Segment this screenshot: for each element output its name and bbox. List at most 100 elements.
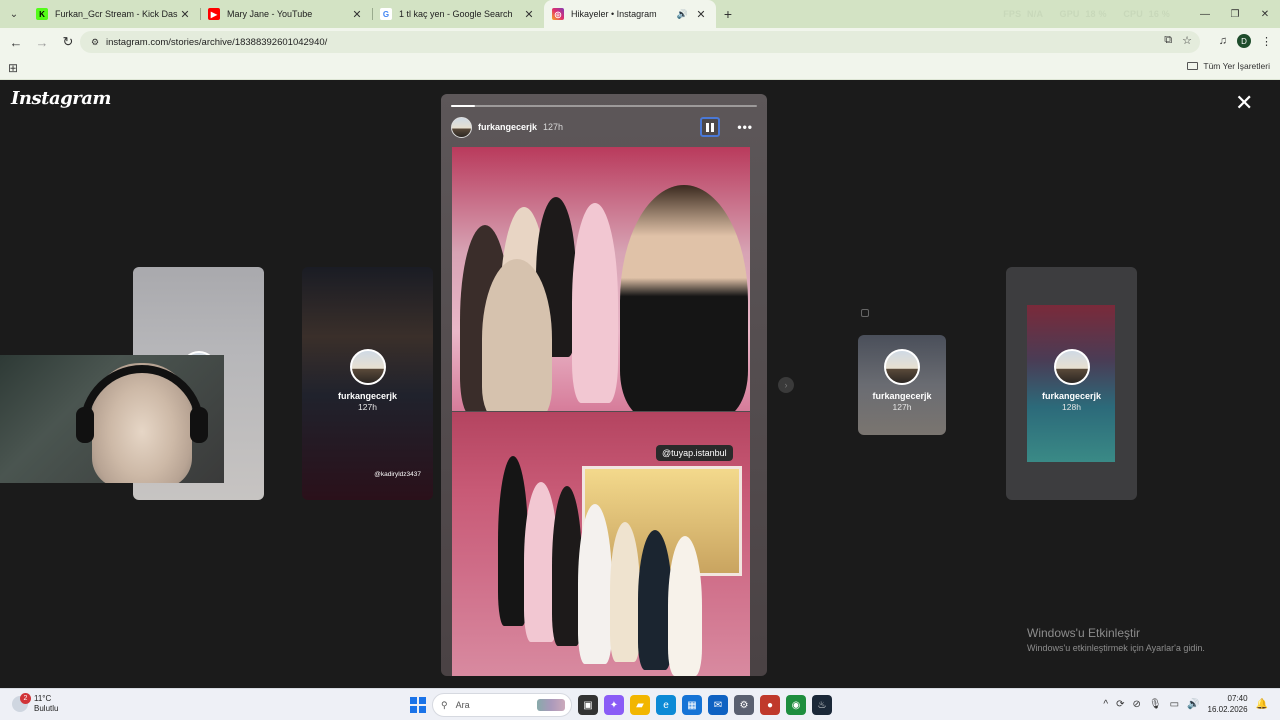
story-preview-card[interactable]: furkangecerjk 128h	[1006, 267, 1137, 500]
search-icon: ⚲	[441, 699, 448, 710]
folder-icon	[1187, 62, 1199, 70]
next-story-arrow-icon[interactable]: ›	[778, 377, 794, 393]
fps-value: N/A	[1027, 9, 1043, 19]
close-icon[interactable]: ✕	[694, 8, 708, 21]
story-preview-info: furkangecerjk 128h	[1006, 349, 1137, 412]
weather-text: 11°C Bulutlu	[34, 694, 58, 714]
close-icon[interactable]: ✕	[522, 8, 536, 21]
avatar[interactable]	[451, 116, 472, 138]
display-icon[interactable]: ▭	[1170, 699, 1179, 710]
story-time: 127h	[543, 122, 564, 132]
taskbar-apps: ⚲ Ara ▣ ✦ ▰ e ▦ ✉ ⚙ ● ◉ ♨	[410, 693, 832, 717]
speaker-icon[interactable]: 🔊	[677, 9, 688, 20]
store-icon[interactable]: ▦	[682, 695, 702, 715]
new-tab-button[interactable]: +	[716, 6, 740, 22]
cloud-icon: 2	[12, 693, 31, 712]
weather-widget[interactable]: 2 11°C Bulutlu	[12, 693, 58, 714]
headphone-ear-left	[76, 407, 94, 443]
avatar	[1053, 349, 1090, 385]
network-off-icon[interactable]: ⊘	[1133, 699, 1141, 710]
copilot-icon[interactable]: ✦	[604, 695, 624, 715]
tab-instagram[interactable]: ◎ Hikayeler • Instagram 🔊 ✕	[544, 0, 716, 28]
reload-icon[interactable]: ↻	[56, 30, 80, 54]
menu-kebab-icon[interactable]: ⋮	[1261, 35, 1272, 48]
media-controls-icon[interactable]: ♫	[1219, 35, 1227, 47]
tab-kick[interactable]: K Furkan_Gcr Stream - Kick Dashb ✕	[28, 0, 200, 28]
profile-avatar[interactable]: D	[1237, 34, 1251, 48]
bookmark-star-icon[interactable]: ☆	[1182, 34, 1192, 47]
task-view-icon[interactable]: ▣	[578, 695, 598, 715]
story-preview-info: furkangecerjk 127h	[858, 349, 946, 412]
restore-icon[interactable]: ❐	[1220, 0, 1250, 28]
clock-date: 16.02.2026	[1207, 705, 1248, 714]
chevron-up-icon[interactable]: ^	[1103, 699, 1108, 710]
active-story[interactable]: furkangecerjk 127h ••• @tuyap.istanbul	[441, 94, 767, 676]
settings-icon[interactable]: ⚙	[734, 695, 754, 715]
instagram-logo[interactable]: Instagram	[11, 88, 111, 109]
close-icon[interactable]: ✕	[350, 8, 364, 21]
tab-youtube[interactable]: ▶ Mary Jane - YouTube ✕	[200, 0, 372, 28]
chrome-icon[interactable]: ◉	[786, 695, 806, 715]
story-preview-card[interactable]: furkangecerjk 127h	[858, 335, 946, 435]
person-figure	[668, 536, 702, 676]
omnibox-actions: ⧉ ☆	[1164, 34, 1192, 47]
tab-title: Furkan_Gcr Stream - Kick Dashb	[55, 9, 178, 19]
edge-icon[interactable]: e	[656, 695, 676, 715]
search-placeholder: Ara	[455, 700, 470, 710]
outlook-icon[interactable]: ✉	[708, 695, 728, 715]
system-tray: ^ ⟳ ⊘ 🎙 ▭ 🔊 07:40 16.02.2026 🔔	[1103, 693, 1268, 715]
more-options-icon[interactable]: •••	[737, 120, 753, 134]
person-figure	[578, 504, 612, 664]
steam-icon[interactable]: ♨	[812, 695, 832, 715]
minimize-icon[interactable]: —	[1190, 0, 1220, 28]
close-icon[interactable]: ✕	[178, 8, 192, 21]
windows-taskbar: 2 11°C Bulutlu ⚲ Ara ▣ ✦ ▰ e ▦ ✉ ⚙ ● ◉ ♨ ^ ⟳ ⊘ 🎙 …	[0, 688, 1280, 720]
story-preview-info: furkangecerjk 127h	[302, 349, 433, 412]
clock[interactable]: 07:40 16.02.2026	[1208, 693, 1248, 715]
story-preview-card[interactable]: furkangecerjk 127h @kadiryldz3437	[302, 267, 433, 500]
story-time: 127h	[358, 402, 377, 412]
story-username[interactable]: furkangecerjk	[478, 122, 537, 132]
pause-button[interactable]	[700, 117, 720, 137]
apps-grid-icon[interactable]: ⊞	[8, 61, 18, 75]
bookmarks-bar: ⊞ Tüm Yer İşaretleri	[0, 56, 1280, 80]
story-photo-bottom: @tuyap.istanbul	[452, 412, 750, 676]
person-figure	[638, 530, 672, 670]
weather-temp: 11°C	[34, 694, 52, 703]
taskbar-search[interactable]: ⚲ Ara	[432, 693, 572, 717]
mention-sticker[interactable]: @tuyap.istanbul	[656, 445, 733, 461]
story-header: furkangecerjk 127h •••	[451, 116, 757, 138]
search-highlight-image	[537, 699, 565, 711]
cpu-label: CPU	[1123, 9, 1143, 19]
back-arrow-icon[interactable]: ←	[4, 30, 28, 54]
all-bookmarks-button[interactable]: Tüm Yer İşaretleri	[1187, 61, 1270, 71]
person-figure	[572, 203, 618, 403]
story-progress-bar	[451, 105, 757, 107]
story-photo-top	[452, 147, 750, 411]
recorder-icon[interactable]: ●	[760, 695, 780, 715]
windows-start-icon[interactable]	[410, 697, 426, 713]
address-bar[interactable]: ⚙ instagram.com/stories/archive/18388392…	[80, 31, 1200, 53]
sync-icon[interactable]: ⟳	[1116, 699, 1124, 710]
notification-bell-icon[interactable]: 🔔	[1256, 699, 1268, 710]
file-explorer-icon[interactable]: ▰	[630, 695, 650, 715]
tab-search-chevron-icon[interactable]: ⌄	[0, 0, 28, 28]
volume-icon[interactable]: 🔊	[1187, 699, 1199, 710]
tab-title: Hikayeler • Instagram	[571, 9, 657, 19]
webcam-overlay	[0, 355, 224, 483]
site-settings-icon[interactable]: ⚙	[88, 35, 102, 49]
person-figure	[620, 185, 748, 411]
forward-arrow-icon[interactable]: →	[30, 30, 54, 54]
close-window-icon[interactable]: ✕	[1250, 0, 1280, 28]
microphone-icon[interactable]: 🎙	[1149, 699, 1162, 710]
story-username: furkangecerjk	[337, 391, 398, 401]
tab-google[interactable]: G 1 tl kaç yen - Google Search ✕	[372, 0, 544, 28]
windows-activation-watermark: Windows'u Etkinleştir Windows'u etkinleş…	[1027, 626, 1205, 653]
install-app-icon[interactable]: ⧉	[1164, 34, 1172, 47]
weather-desc: Bulutlu	[34, 704, 59, 713]
kick-icon: K	[36, 8, 48, 20]
close-icon[interactable]: ✕	[1235, 92, 1253, 114]
gpu-value: 18 %	[1085, 9, 1107, 19]
url-text[interactable]: instagram.com/stories/archive/1838839260…	[106, 37, 327, 48]
story-progress-fill	[451, 105, 476, 107]
